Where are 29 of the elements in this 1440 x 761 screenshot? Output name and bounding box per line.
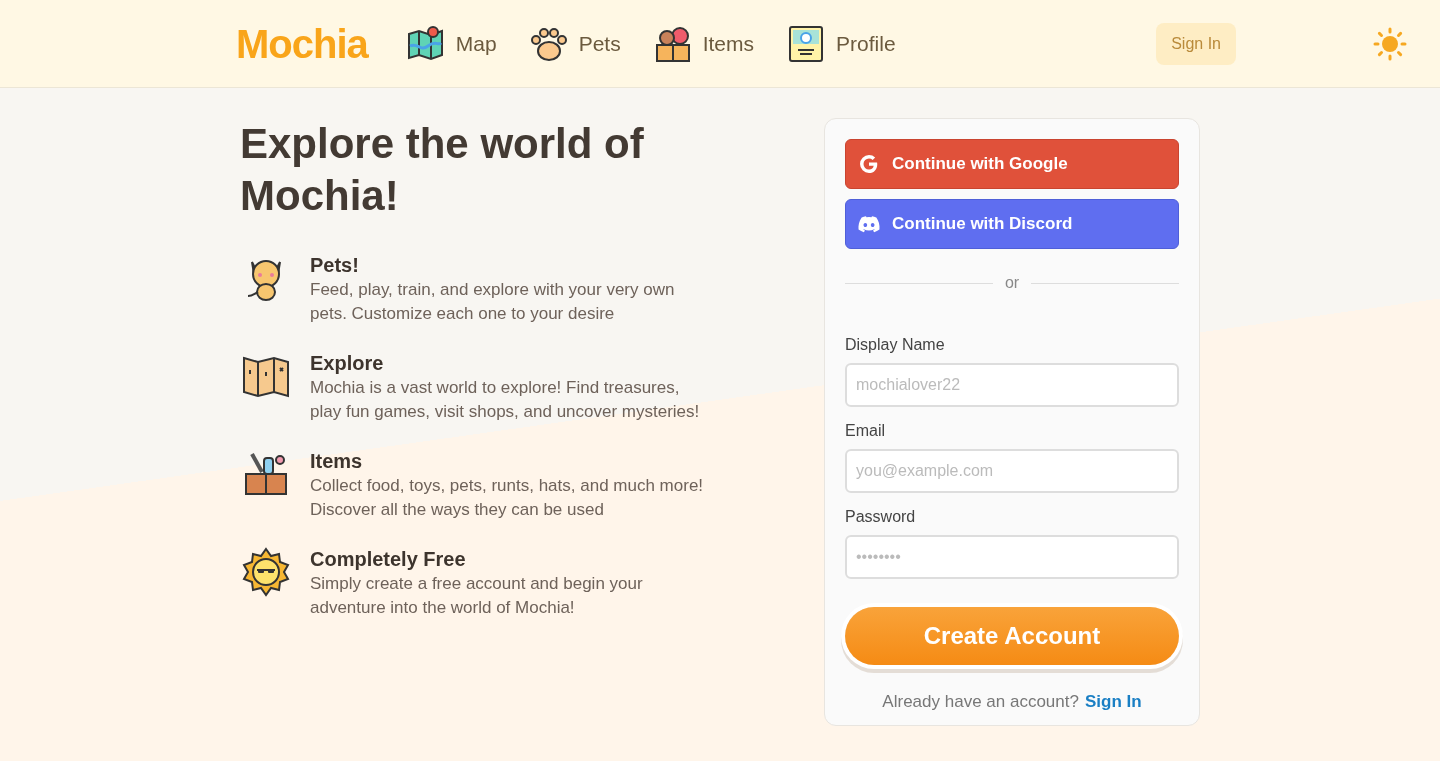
feature-description: Feed, play, train, and explore with your very own pets. Customize each one to your desire <box>310 279 676 325</box>
input-field[interactable]: •••••••• <box>845 535 1179 579</box>
feature-title: Explore <box>310 351 385 376</box>
feature-title: Items <box>310 449 364 474</box>
field-label: Password <box>845 507 917 527</box>
sun-sunglasses-icon <box>240 546 292 598</box>
hero-title: Explore the world of Mochia! <box>240 119 645 221</box>
sign-in-button[interactable]: Sign In <box>1156 22 1236 65</box>
nav-link[interactable]: Profile <box>786 23 896 64</box>
google-icon <box>858 153 880 175</box>
feature-title: Completely Free <box>310 547 467 572</box>
game-controller-icon <box>858 215 880 233</box>
feature-description: Collect food, toys, pets, runts, hats, and much more! Discover all the ways they can be used <box>310 475 705 521</box>
feature-description: Simply create a free account and begin your adventure into the world of Mochia! <box>310 573 644 619</box>
nav-link[interactable]: Items <box>652 23 755 64</box>
discord-button[interactable]: Continue with Discord <box>845 199 1179 249</box>
nav-link[interactable]: Pets <box>528 23 621 64</box>
field-label: Display Name <box>845 335 946 355</box>
divider-text: or <box>1003 273 1021 293</box>
google-button[interactable]: Continue with Google <box>845 139 1179 189</box>
input-field[interactable]: you@example.com <box>845 449 1179 493</box>
sign-in-link[interactable]: Sign In <box>1084 689 1142 715</box>
feature-title: Pets! <box>310 253 360 278</box>
feature-description: Mochia is a vast world to explore! Find treasures, play fun games, visit shops, and uncover mysteries! <box>310 377 701 423</box>
field-label: Email <box>845 421 886 441</box>
account-prompt: Already have an account? <box>882 691 1079 713</box>
sun-icon[interactable] <box>1372 25 1408 62</box>
nav-link[interactable]: Map <box>405 23 497 64</box>
input-field[interactable]: mochialover22 <box>845 363 1179 407</box>
